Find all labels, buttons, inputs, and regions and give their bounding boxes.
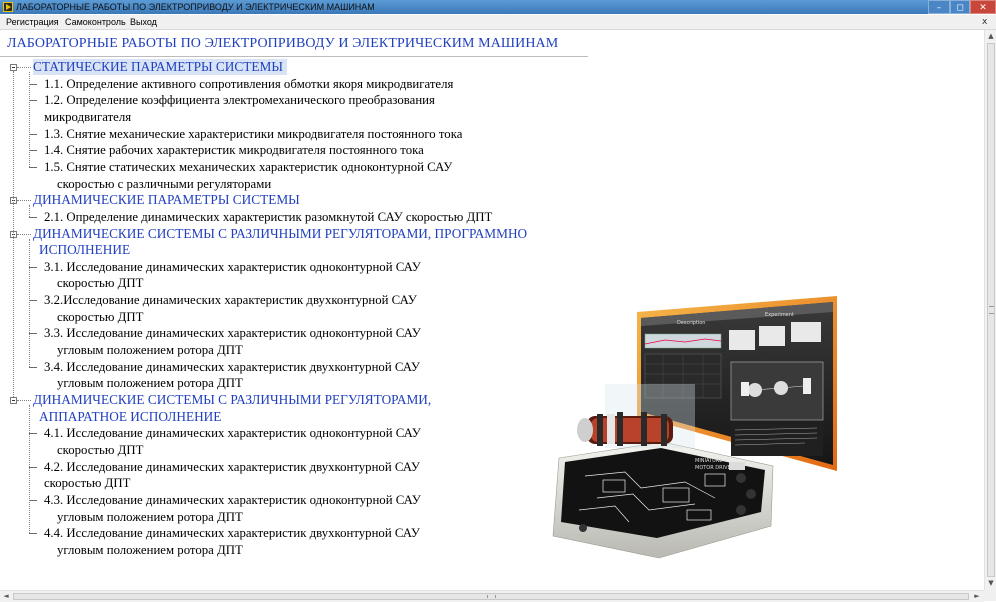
collapse-toggle-icon[interactable] bbox=[10, 397, 17, 404]
section-heading[interactable]: ДИНАМИЧЕСКИЕ СИСТЕМЫ С РАЗЛИЧНЫМИ РЕГУЛЯ… bbox=[33, 392, 431, 408]
section-heading[interactable]: ИСПОЛНЕНИЕ bbox=[39, 242, 130, 258]
tree-connector bbox=[17, 67, 31, 68]
tree-trunk bbox=[13, 71, 14, 397]
tree-connector bbox=[29, 72, 30, 167]
scroll-down-arrow-icon[interactable]: ▼ bbox=[987, 578, 995, 588]
lab-work-item[interactable]: 1.4. Снятие рабочих характеристик микрод… bbox=[44, 142, 424, 158]
tree-connector bbox=[17, 400, 31, 401]
title-bar: ЛАБОРАТОРНЫЕ РАБОТЫ ПО ЭЛЕКТРОПРИВОДУ И … bbox=[0, 0, 996, 14]
collapse-toggle-icon[interactable] bbox=[10, 64, 17, 71]
lab-work-item[interactable]: угловым положением ротора ДПТ bbox=[57, 509, 243, 525]
tree-connector bbox=[29, 466, 37, 468]
lab-stand-illustration: Description Experiment MINIATURE MOTOR D… bbox=[552, 296, 837, 559]
window-title: ЛАБОРАТОРНЫЕ РАБОТЫ ПО ЭЛЕКТРОПРИВОДУ И … bbox=[16, 2, 375, 12]
section-heading[interactable]: СТАТИЧЕСКИЕ ПАРАМЕТРЫ СИСТЕМЫ bbox=[33, 59, 287, 75]
tree-connector bbox=[29, 238, 30, 367]
lab-work-item[interactable]: 4.3. Исследование динамических характери… bbox=[44, 492, 421, 508]
horizontal-scroll-thumb[interactable] bbox=[13, 593, 969, 600]
size-grip bbox=[984, 590, 996, 601]
menu-self-check[interactable]: Самоконтроль bbox=[65, 15, 126, 29]
lab-works-tree: СТАТИЧЕСКИЕ ПАРАМЕТРЫ СИСТЕМЫ 1.1. Опреде… bbox=[0, 30, 600, 590]
scroll-left-arrow-icon[interactable]: ◄ bbox=[1, 591, 11, 602]
lab-work-item[interactable]: 3.1. Исследование динамических характери… bbox=[44, 259, 421, 275]
lab-work-item[interactable]: микродвигателя bbox=[44, 109, 131, 125]
tree-connector bbox=[29, 433, 37, 435]
tree-connector bbox=[17, 233, 31, 235]
tree-connector bbox=[29, 100, 37, 102]
tree-connector bbox=[29, 300, 37, 302]
tree-connector bbox=[29, 499, 37, 501]
tree-connector bbox=[17, 200, 31, 202]
lab-work-item[interactable]: скоростью ДПТ bbox=[57, 275, 143, 291]
lab-work-item[interactable]: 3.3. Исследование динамических характери… bbox=[44, 325, 421, 341]
tree-connector bbox=[29, 333, 37, 335]
lab-work-item[interactable]: скоростью ДПТ bbox=[44, 475, 130, 491]
vertical-scroll-thumb[interactable] bbox=[987, 43, 995, 577]
scroll-grip-icon bbox=[989, 306, 994, 314]
section-heading[interactable]: ДИНАМИЧЕСКИЕ СИСТЕМЫ С РАЗЛИЧНЫМИ РЕГУЛЯ… bbox=[33, 226, 527, 242]
screen-tab-description: Description bbox=[677, 320, 705, 326]
lab-work-item[interactable]: 1.1. Определение активного сопротивления… bbox=[44, 76, 453, 92]
screen-tab-experiment: Experiment bbox=[765, 312, 794, 318]
menu-bar: Регистрация Самоконтроль Выход x bbox=[0, 15, 996, 30]
tree-connector bbox=[29, 150, 37, 152]
tree-connector bbox=[29, 366, 37, 368]
board-label-line2: MOTOR DRIVER bbox=[695, 465, 735, 471]
panel-close-icon[interactable]: x bbox=[982, 15, 987, 29]
tree-connector bbox=[29, 83, 37, 85]
tree-connector bbox=[29, 205, 30, 217]
tree-connector bbox=[29, 216, 37, 218]
lab-work-item[interactable]: 3.4. Исследование динамических характери… bbox=[44, 359, 420, 375]
front-panel: ЛАБОРАТОРНЫЕ РАБОТЫ ПО ЭЛЕКТРОПРИВОДУ И … bbox=[0, 30, 984, 590]
horizontal-scrollbar[interactable]: ◄ ► bbox=[0, 590, 984, 602]
lab-work-item[interactable]: угловым положением ротора ДПТ bbox=[57, 375, 243, 391]
lab-work-item[interactable]: скоростью ДПТ bbox=[57, 309, 143, 325]
labview-app-icon[interactable] bbox=[3, 2, 13, 12]
lab-work-item[interactable]: 1.3. Снятие механические характеристики … bbox=[44, 126, 462, 142]
section-heading[interactable]: ДИНАМИЧЕСКИЕ ПАРАМЕТРЫ СИСТЕМЫ bbox=[33, 192, 300, 208]
tree-connector bbox=[29, 266, 37, 268]
lab-work-item[interactable]: угловым положением ротора ДПТ bbox=[57, 542, 243, 558]
scroll-right-arrow-icon[interactable]: ► bbox=[972, 591, 982, 602]
lab-work-item[interactable]: скоростью ДПТ bbox=[57, 442, 143, 458]
maximize-button[interactable]: ◻ bbox=[950, 0, 970, 14]
tree-connector bbox=[29, 405, 30, 534]
board-label-line1: MINIATURE bbox=[695, 458, 722, 464]
lab-work-item[interactable]: 3.2.Исследование динамических характерис… bbox=[44, 292, 417, 308]
lab-work-item[interactable]: 4.1. Исследование динамических характери… bbox=[44, 425, 421, 441]
scroll-grip-icon bbox=[487, 595, 496, 598]
lab-work-item[interactable]: 1.5. Снятие статических механических хар… bbox=[44, 159, 452, 175]
tree-connector bbox=[29, 166, 37, 168]
lab-work-item[interactable]: 1.2. Определение коэффициента электромех… bbox=[44, 92, 435, 108]
lab-work-item[interactable]: угловым положением ротора ДПТ bbox=[57, 342, 243, 358]
menu-registration[interactable]: Регистрация bbox=[6, 15, 59, 29]
lab-work-item[interactable]: 4.4. Исследование динамических характери… bbox=[44, 525, 420, 541]
tree-connector bbox=[29, 133, 37, 135]
tree-connector bbox=[29, 533, 37, 535]
lab-work-item[interactable]: 2.1. Определение динамических характерис… bbox=[44, 209, 492, 225]
menu-exit[interactable]: Выход bbox=[130, 15, 157, 29]
vertical-scrollbar[interactable]: ▲ ▼ bbox=[984, 30, 996, 590]
close-button[interactable]: ✕ bbox=[970, 0, 996, 14]
minimize-button[interactable]: – bbox=[928, 0, 950, 14]
lab-work-item[interactable]: 4.2. Исследование динамических характери… bbox=[44, 459, 420, 475]
scroll-up-arrow-icon[interactable]: ▲ bbox=[987, 31, 995, 41]
section-heading[interactable]: АППАРАТНОЕ ИСПОЛНЕНИЕ bbox=[39, 409, 221, 425]
lab-work-item[interactable]: скоростью с различными регуляторами bbox=[57, 176, 271, 192]
